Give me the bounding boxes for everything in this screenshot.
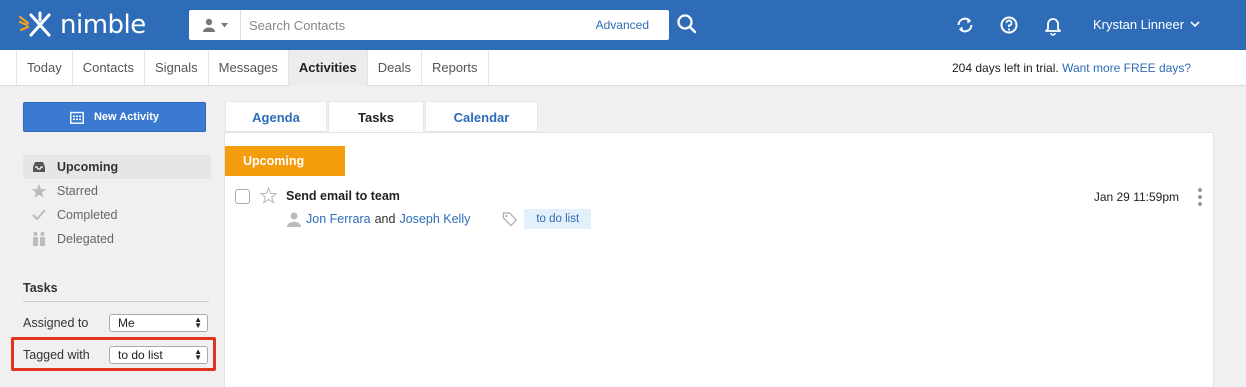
checkmark-icon xyxy=(32,209,46,221)
assigned-to-label: Assigned to xyxy=(23,316,89,330)
nav-tab-contacts[interactable]: Contacts xyxy=(73,50,146,86)
sidebar-item-completed[interactable]: Completed xyxy=(23,203,211,227)
search-type-dropdown[interactable] xyxy=(189,10,241,40)
nav-tab-today[interactable]: Today xyxy=(16,50,73,86)
sidebar-item-upcoming[interactable]: Upcoming xyxy=(23,155,211,179)
search-input[interactable] xyxy=(241,11,596,39)
user-menu[interactable]: Krystan Linneer xyxy=(1093,17,1200,32)
more-options-icon[interactable] xyxy=(1197,188,1203,206)
brand-name: nimble xyxy=(60,10,146,40)
task-title[interactable]: Send email to team xyxy=(286,189,400,203)
top-bar: nimble Advanced Krystan Linneer xyxy=(0,0,1246,50)
task-contact-link[interactable]: Jon Ferrara xyxy=(306,212,371,226)
tag-icon xyxy=(503,212,518,227)
sidebar-item-starred[interactable]: Starred xyxy=(23,179,211,203)
nimble-logo-icon xyxy=(18,11,51,37)
inbox-icon xyxy=(33,162,45,172)
nimble-logo[interactable]: nimble xyxy=(18,9,146,41)
chevron-down-icon xyxy=(1190,21,1200,28)
nav-tab-reports[interactable]: Reports xyxy=(422,50,489,86)
sidebar-item-label: Delegated xyxy=(57,232,114,246)
help-icon[interactable] xyxy=(998,14,1020,36)
person-icon xyxy=(287,212,301,227)
main-nav: Today Contacts Signals Messages Activiti… xyxy=(0,50,1246,86)
task-due-date: Jan 29 11:59pm xyxy=(1093,190,1179,204)
delegate-icon xyxy=(33,232,45,246)
star-icon[interactable] xyxy=(260,187,277,204)
task-tag[interactable]: to do list xyxy=(524,209,592,229)
assigned-to-value: Me xyxy=(118,316,135,330)
tab-calendar[interactable]: Calendar xyxy=(425,101,538,132)
task-contact-link[interactable]: Joseph Kelly xyxy=(399,212,470,226)
tasks-section-title: Tasks xyxy=(23,281,209,302)
highlight-box xyxy=(11,337,216,371)
new-activity-label: New Activity xyxy=(93,111,159,123)
select-arrows-icon: ▲ ▼ xyxy=(194,315,202,330)
trial-notice: 204 days left in trial. Want more FREE d… xyxy=(952,61,1191,75)
new-activity-button[interactable]: New Activity xyxy=(23,102,206,132)
activity-view-tabs: Agenda Tasks Calendar xyxy=(225,101,539,133)
upcoming-group-label: Upcoming xyxy=(225,146,345,176)
tasks-panel xyxy=(224,132,1214,387)
task-meta: Jon Ferrara and Joseph Kelly to do list xyxy=(286,209,592,229)
search-icon[interactable] xyxy=(676,13,698,35)
person-icon xyxy=(202,18,215,32)
nav-tabs: Today Contacts Signals Messages Activiti… xyxy=(16,50,489,86)
nav-tab-deals[interactable]: Deals xyxy=(368,50,422,86)
free-days-link[interactable]: Want more FREE days? xyxy=(1062,61,1191,75)
nav-tab-signals[interactable]: Signals xyxy=(145,50,209,86)
sidebar-item-delegated[interactable]: Delegated xyxy=(23,227,211,251)
star-icon xyxy=(31,184,47,198)
user-name: Krystan Linneer xyxy=(1093,17,1185,32)
sync-icon[interactable] xyxy=(954,14,976,36)
sidebar-item-label: Starred xyxy=(57,184,98,198)
trial-text: 204 days left in trial. xyxy=(951,61,1059,75)
calendar-icon xyxy=(70,111,84,124)
task-checkbox[interactable] xyxy=(235,189,250,204)
tab-tasks[interactable]: Tasks xyxy=(328,101,424,133)
sidebar-item-label: Completed xyxy=(57,208,118,222)
sidebar-item-label: Upcoming xyxy=(57,160,119,174)
tab-agenda[interactable]: Agenda xyxy=(225,101,327,132)
task-conjunction: and xyxy=(374,212,396,226)
search-bar: Advanced xyxy=(189,10,669,40)
activity-filter-list: Upcoming Starred Completed Delegated xyxy=(23,155,211,251)
advanced-search-link[interactable]: Advanced xyxy=(596,18,649,32)
nav-tab-messages[interactable]: Messages xyxy=(209,50,289,86)
assigned-to-filter: Assigned to Me ▲ ▼ xyxy=(23,314,209,332)
caret-down-icon xyxy=(220,22,228,27)
nav-tab-activities[interactable]: Activities xyxy=(288,50,368,86)
bell-icon[interactable] xyxy=(1042,14,1064,36)
assigned-to-select[interactable]: Me ▲ ▼ xyxy=(109,314,208,332)
